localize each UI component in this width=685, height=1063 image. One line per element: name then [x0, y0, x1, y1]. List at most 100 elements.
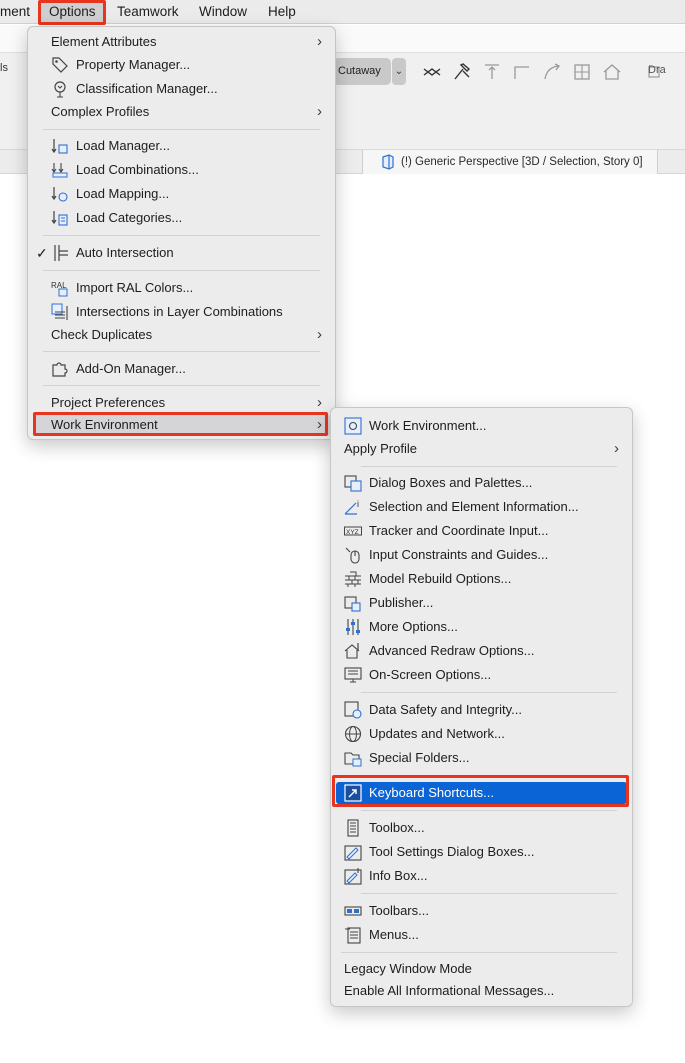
menu-item-addon-manager[interactable]: Add-On Manager... [33, 358, 330, 380]
view-tab-label: (!) Generic Perspective [3D / Selection,… [401, 156, 643, 168]
menu-teamwork[interactable]: Teamwork [109, 0, 187, 24]
menu-item-project-preferences[interactable]: Project Preferences › [33, 392, 330, 414]
menu-item-more-options[interactable]: More Options... [336, 616, 627, 638]
ral-icon: RAL [51, 279, 69, 297]
load-categories-icon [51, 209, 69, 227]
perspective-view-icon [381, 154, 395, 170]
tag-icon [51, 56, 69, 74]
menu-item-load-manager[interactable]: Load Manager... [33, 135, 330, 157]
toolbars-icon [344, 902, 362, 920]
menu-separator [43, 235, 320, 236]
chevron-right-icon: › [317, 416, 322, 433]
menu-item-toolbars[interactable]: Toolbars... [336, 900, 627, 922]
menu-separator [361, 466, 617, 467]
palettes-icon [344, 474, 362, 492]
menu-item-advanced-redraw-options[interactable]: Advanced Redraw Options... [336, 640, 627, 662]
sliders-icon [344, 618, 362, 636]
load-manager-icon [51, 137, 69, 155]
menu-item-classification-manager[interactable]: Classification Manager... [33, 78, 330, 100]
menu-item-complex-profiles[interactable]: Complex Profiles › [33, 101, 330, 123]
chevron-right-icon: › [317, 103, 322, 120]
data-safety-icon [344, 701, 362, 719]
svg-text:XYZ: XYZ [346, 529, 359, 536]
menu-item-load-combinations[interactable]: Load Combinations... [33, 159, 330, 181]
menu-help[interactable]: Help [260, 0, 304, 24]
puzzle-piece-icon [51, 360, 69, 378]
menu-separator [361, 893, 617, 894]
menu-item-model-rebuild-options[interactable]: Model Rebuild Options... [336, 568, 627, 590]
options-menu: Element Attributes › Property Manager...… [27, 26, 336, 440]
menu-item-load-mapping[interactable]: Load Mapping... [33, 183, 330, 205]
menu-options[interactable]: Options [41, 0, 104, 24]
load-combinations-icon [51, 161, 69, 179]
menu-item-dialog-boxes-palettes[interactable]: Dialog Boxes and Palettes... [336, 472, 627, 494]
menu-item-toolbox[interactable]: Toolbox... [336, 817, 627, 839]
menu-item-menus[interactable]: Menus... [336, 924, 627, 946]
menu-separator [43, 270, 320, 271]
menu-item-apply-profile[interactable]: Apply Profile › [336, 438, 627, 460]
menu-item-intersections-layer-combinations[interactable]: Intersections in Layer Combinations [33, 301, 330, 323]
checkmark-icon: ✓ [36, 245, 48, 261]
menu-item-enable-informational-messages[interactable]: Enable All Informational Messages... [336, 980, 627, 1002]
menu-separator [361, 775, 617, 776]
chevron-right-icon: › [317, 394, 322, 411]
split-tool-icon[interactable] [421, 61, 443, 83]
xyz-tracker-icon: XYZ [344, 522, 362, 540]
menu-item-tracker-coordinate-input[interactable]: XYZ Tracker and Coordinate Input... [336, 520, 627, 542]
menu-item-element-attributes[interactable]: Element Attributes › [33, 31, 330, 53]
work-environment-icon [344, 417, 362, 435]
fillet-tool-icon[interactable] [511, 61, 533, 83]
menu-item-updates-network[interactable]: Updates and Network... [336, 723, 627, 745]
roof-tool-icon[interactable] [601, 61, 623, 83]
menu-item-onscreen-options[interactable]: On-Screen Options... [336, 664, 627, 686]
drag-label: Dra [648, 64, 666, 76]
cutaway-button[interactable]: Cutaway [333, 58, 391, 85]
auto-intersection-icon [51, 244, 69, 262]
tool-settings-icon [344, 843, 362, 861]
layer-intersections-icon [51, 303, 69, 321]
menu-item-keyboard-shortcuts[interactable]: Keyboard Shortcuts... [336, 782, 627, 804]
menus-icon [344, 926, 362, 944]
menu-separator [361, 692, 617, 693]
menu-item-special-folders[interactable]: Special Folders... [336, 747, 627, 769]
folder-icon [344, 749, 362, 767]
adjust-tool-icon[interactable] [451, 61, 473, 83]
menu-item-check-duplicates[interactable]: Check Duplicates › [33, 324, 330, 346]
menu-item-auto-intersection[interactable]: ✓ Auto Intersection [33, 242, 330, 264]
publisher-icon [344, 594, 362, 612]
menu-item-data-safety-integrity[interactable]: Data Safety and Integrity... [336, 699, 627, 721]
view-tab-generic-perspective[interactable]: (!) Generic Perspective [3D / Selection,… [362, 150, 658, 174]
menu-item-publisher[interactable]: Publisher... [336, 592, 627, 614]
toolbar-left-label[interactable]: ls [0, 62, 8, 74]
menu-item-tool-settings-dialog-boxes[interactable]: Tool Settings Dialog Boxes... [336, 841, 627, 863]
monitor-icon [344, 666, 362, 684]
offset-tool-icon[interactable] [571, 61, 593, 83]
menu-item-selection-element-info[interactable]: i Selection and Element Information... [336, 496, 627, 518]
keyboard-shortcut-icon [344, 784, 362, 802]
toolbox-icon [344, 819, 362, 837]
curve-tool-icon[interactable] [541, 61, 563, 83]
menu-item-property-manager[interactable]: Property Manager... [33, 54, 330, 76]
menu-element[interactable]: ment [0, 0, 38, 24]
menu-item-work-environment[interactable]: Work Environment › [33, 414, 330, 436]
menu-item-load-categories[interactable]: Load Categories... [33, 207, 330, 229]
menu-item-info-box[interactable]: Info Box... [336, 865, 627, 887]
menu-item-work-environment-dialog[interactable]: Work Environment... [336, 415, 627, 437]
menu-window[interactable]: Window [191, 0, 255, 24]
info-box-icon [344, 867, 362, 885]
load-mapping-icon [51, 185, 69, 203]
brick-wall-icon [344, 570, 362, 588]
menu-item-legacy-window-mode[interactable]: Legacy Window Mode [336, 958, 627, 980]
mouse-guides-icon [344, 546, 362, 564]
svg-text:i: i [357, 499, 359, 509]
menu-separator [341, 952, 617, 953]
menu-item-input-constraints-guides[interactable]: Input Constraints and Guides... [336, 544, 627, 566]
classification-tree-icon [51, 80, 69, 98]
cutaway-dropdown-chevron-icon[interactable]: ⌄ [392, 58, 406, 85]
menu-bar: ment Options Teamwork Window Help [0, 0, 685, 24]
globe-icon [344, 725, 362, 743]
menu-separator [361, 810, 617, 811]
menu-item-import-ral-colors[interactable]: RAL Import RAL Colors... [33, 277, 330, 299]
menu-separator [43, 351, 320, 352]
elevate-tool-icon[interactable] [481, 61, 503, 83]
